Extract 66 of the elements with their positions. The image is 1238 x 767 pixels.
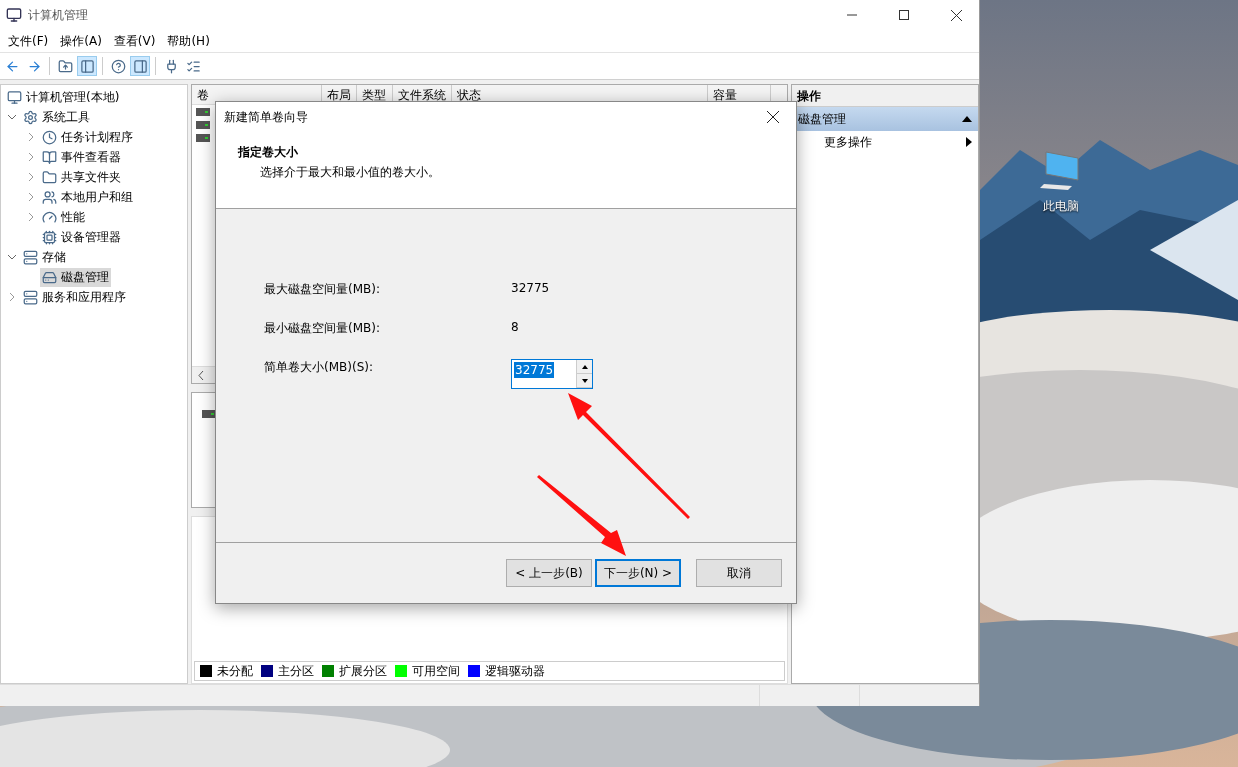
page-heading: 指定卷大小 [238, 144, 299, 161]
tree-item[interactable]: 任务计划程序 [40, 127, 135, 147]
tree-item-icon [42, 129, 57, 145]
tree-item-icon [42, 269, 57, 285]
menu-item[interactable]: 帮助(H) [161, 30, 216, 52]
tree-item-icon [23, 289, 38, 305]
help-icon [110, 58, 126, 74]
tree-item[interactable]: 计算机管理(本地) [5, 87, 122, 107]
tree-item-icon [42, 189, 57, 205]
computer-icon [6, 7, 22, 23]
tree-item[interactable]: 事件查看器 [40, 147, 123, 167]
dialog-button[interactable]: 下一步(N) > [595, 559, 681, 587]
collapse-arrow-icon [962, 116, 972, 122]
folder-up-icon [57, 58, 73, 74]
tree-item[interactable]: 系统工具 [21, 107, 92, 127]
toolbar-button[interactable] [77, 56, 97, 76]
toolbar-button[interactable] [130, 56, 150, 76]
field-label: 最大磁盘空间量(MB): [264, 281, 381, 298]
tree-item-icon [7, 89, 22, 105]
tree-item[interactable]: 磁盘管理 [40, 267, 111, 287]
forward-icon [26, 58, 42, 74]
panel-icon [79, 58, 95, 74]
tree-item[interactable]: 设备管理器 [40, 227, 123, 247]
window-title: 计算机管理 [28, 6, 89, 24]
decrement-button[interactable] [577, 374, 592, 388]
panel-icon [132, 58, 148, 74]
tree-item-icon [42, 209, 57, 225]
menu-item[interactable]: 文件(F) [2, 30, 55, 52]
menu-item[interactable]: 查看(V) [107, 30, 162, 52]
desktop-icon-label[interactable]: 此电脑 [1043, 198, 1079, 215]
field-value: 8 [511, 320, 520, 334]
tree-item-icon [42, 229, 57, 245]
menu-item[interactable]: 操作(A) [54, 30, 108, 52]
page-subtitle: 选择介于最大和最小值的卷大小。 [259, 164, 441, 181]
tree-item[interactable]: 共享文件夹 [40, 167, 123, 187]
close-icon [767, 111, 779, 123]
legend-label: 逻辑驱动器 [485, 662, 545, 680]
increment-button[interactable] [577, 360, 592, 374]
legend-label: 可用空间 [412, 662, 460, 680]
tree-item[interactable]: 本地用户和组 [40, 187, 135, 207]
actions-title: 操作 [792, 85, 978, 107]
tree-item-icon [42, 169, 57, 185]
tree-item[interactable]: 存储 [21, 247, 68, 267]
dialog-title: 新建简单卷向导 [224, 108, 308, 126]
tree-item-icon [23, 109, 38, 125]
spinner-value: 32775 [514, 362, 555, 378]
tree-item[interactable]: 性能 [40, 207, 87, 227]
down-arrow-icon [581, 378, 588, 383]
legend-label: 未分配 [217, 662, 253, 680]
tree-item-icon [42, 149, 57, 165]
close-icon [950, 9, 962, 21]
checklist-icon [185, 58, 201, 74]
legend-label: 主分区 [278, 662, 314, 680]
size-spinner[interactable]: 32775 [511, 359, 593, 389]
maximize-icon [899, 10, 909, 20]
field-label: 最小磁盘空间量(MB): [264, 320, 381, 337]
dialog-button[interactable]: 取消 [696, 559, 782, 587]
tree-item-icon [23, 249, 38, 265]
legend-label: 扩展分区 [339, 662, 387, 680]
field-label: 简单卷大小(MB)(S): [264, 359, 374, 376]
tree-item[interactable]: 服务和应用程序 [21, 287, 128, 307]
back-icon [4, 58, 20, 74]
submenu-arrow-icon [966, 137, 972, 147]
field-value: 32775 [511, 281, 551, 295]
dialog-button[interactable]: < 上一步(B) [506, 559, 592, 587]
up-arrow-icon [581, 364, 588, 369]
